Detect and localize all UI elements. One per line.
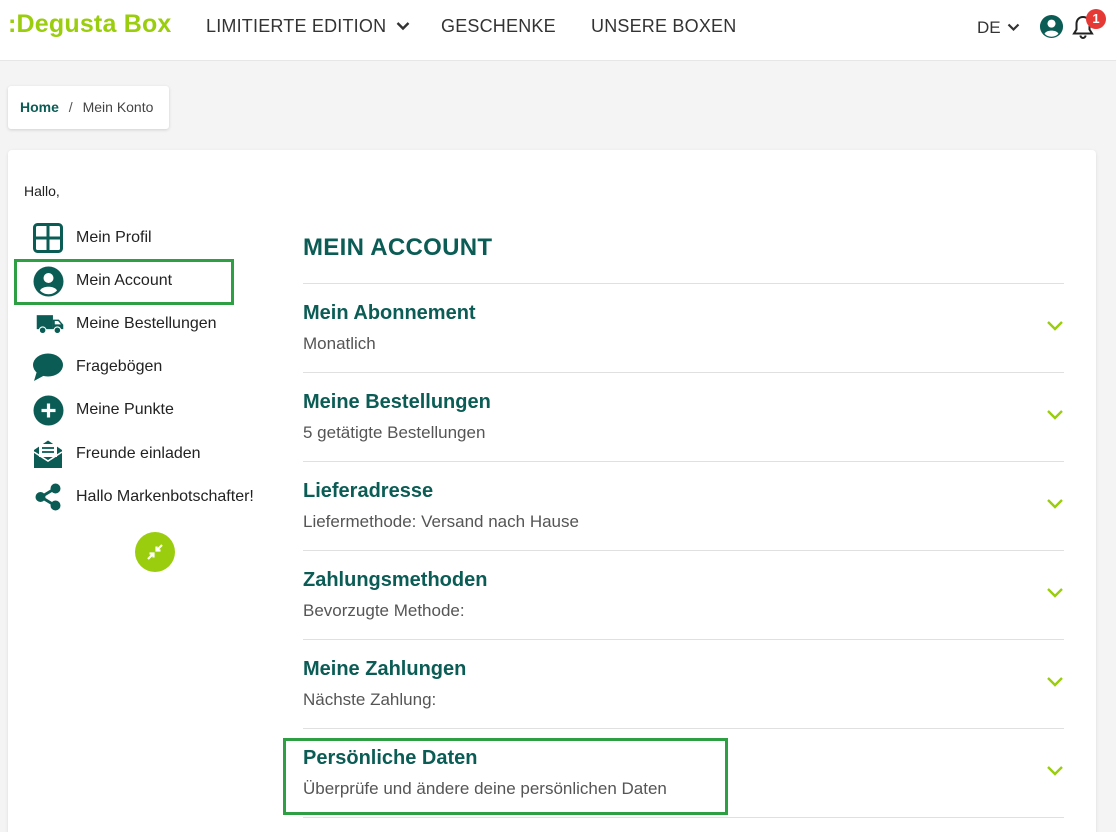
breadcrumb-separator: / — [68, 99, 73, 115]
nav-unsere-boxen[interactable]: UNSERE BOXEN — [591, 16, 736, 37]
nav-geschenke[interactable]: GESCHENKE — [441, 16, 556, 37]
sidebar-item-label: Mein Profil — [76, 229, 152, 246]
chevron-down-icon — [1008, 23, 1020, 31]
breadcrumb: Home / Mein Konto — [8, 86, 169, 129]
truck-icon — [32, 308, 64, 340]
notification-count-badge: 1 — [1086, 9, 1106, 29]
brand-logo[interactable]: :Degusta Box — [8, 10, 172, 39]
sidebar-item-meine-punkte[interactable]: Meine Punkte — [32, 394, 174, 426]
chevron-down-icon — [1047, 410, 1063, 420]
nav-label: UNSERE BOXEN — [591, 16, 737, 36]
greeting-text: Hallo, — [24, 183, 60, 199]
accordion-lieferadresse[interactable]: Lieferadresse Liefermethode: Versand nac… — [303, 461, 1064, 550]
grid-icon — [32, 222, 64, 254]
nav-label: LIMITIERTE EDITION — [206, 16, 387, 36]
accordion-subtitle: Monatlich — [303, 334, 376, 353]
chevron-down-icon — [1047, 321, 1063, 331]
share-icon — [32, 481, 64, 513]
section-highlight-box — [283, 738, 728, 815]
accordion-subtitle: Liefermethode: Versand nach Hause — [303, 512, 579, 531]
collapse-sidebar-button[interactable] — [135, 532, 175, 572]
breadcrumb-current: Mein Konto — [82, 99, 154, 115]
accordion-title: Meine Bestellungen — [303, 391, 491, 413]
accordion-subtitle: Nächste Zahlung: — [303, 690, 437, 709]
accordion-mein-abonnement[interactable]: Mein Abonnement Monatlich — [303, 283, 1064, 372]
breadcrumb-home-link[interactable]: Home — [20, 99, 59, 115]
language-selector[interactable]: DE — [977, 18, 1020, 38]
nav-limitierte-edition[interactable]: LIMITIERTE EDITION — [206, 16, 410, 37]
accordion-title: Mein Abonnement — [303, 302, 476, 324]
sidebar-item-mein-profil[interactable]: Mein Profil — [32, 222, 152, 254]
sidebar-item-label: Fragebögen — [76, 358, 163, 375]
accordion-subtitle: Bevorzugte Methode: — [303, 601, 465, 620]
sidebar-item-label: Meine Punkte — [76, 401, 174, 418]
accordion-meine-zahlungen[interactable]: Meine Zahlungen Nächste Zahlung: — [303, 639, 1064, 728]
language-label: DE — [977, 18, 1001, 37]
chevron-down-icon — [1047, 677, 1063, 687]
sidebar-item-label: Meine Bestellungen — [76, 315, 217, 332]
page-title: MEIN ACCOUNT — [303, 234, 493, 261]
accordion-meine-bestellungen[interactable]: Meine Bestellungen 5 getätigte Bestellun… — [303, 372, 1064, 461]
plus-circle-icon — [32, 394, 64, 426]
chevron-down-icon — [1047, 588, 1063, 598]
chevron-down-icon — [1047, 766, 1063, 776]
sidebar-item-meine-bestellungen[interactable]: Meine Bestellungen — [32, 308, 217, 340]
active-item-highlight — [14, 259, 234, 305]
compress-arrows-icon — [147, 544, 163, 560]
accordion-title: Lieferadresse — [303, 480, 434, 502]
account-card: Hallo, Mein Profil Mein Account Meine Be… — [8, 150, 1096, 832]
chevron-down-icon — [1047, 499, 1063, 509]
nav-label: GESCHENKE — [441, 16, 556, 36]
speech-bubble-icon — [32, 351, 64, 383]
user-account-icon[interactable] — [1039, 14, 1064, 39]
sidebar-item-freunde-einladen[interactable]: Freunde einladen — [32, 438, 201, 470]
sidebar-item-markenbotschafter[interactable]: Hallo Markenbotschafter! — [32, 481, 254, 513]
sidebar-item-frageboegen[interactable]: Fragebögen — [32, 351, 162, 383]
accordion-subtitle: 5 getätigte Bestellungen — [303, 423, 486, 442]
sidebar-item-label: Hallo Markenbotschafter! — [76, 488, 254, 505]
accordion-zahlungsmethoden[interactable]: Zahlungsmethoden Bevorzugte Methode: — [303, 550, 1064, 639]
accordion-title: Zahlungsmethoden — [303, 569, 488, 591]
envelope-icon — [32, 438, 64, 470]
accordion-title: Meine Zahlungen — [303, 658, 467, 680]
chevron-down-icon — [396, 21, 409, 30]
accordion-divider — [303, 817, 1064, 832]
top-navigation-bar: :Degusta Box LIMITIERTE EDITION GESCHENK… — [0, 0, 1116, 61]
sidebar-item-label: Freunde einladen — [76, 445, 201, 462]
